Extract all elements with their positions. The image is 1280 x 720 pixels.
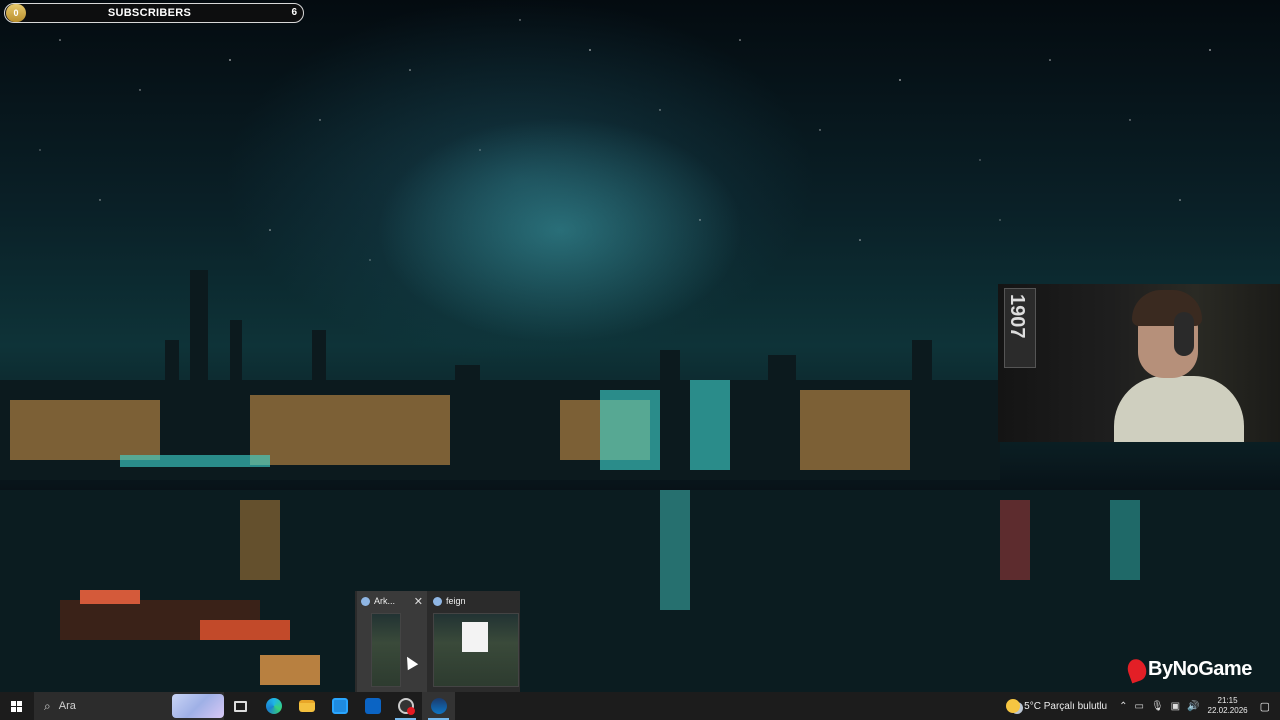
webcam-feed: 1907 <box>998 284 1280 442</box>
search-highlight-image <box>172 694 224 718</box>
weather-widget[interactable]: 5°C Parçalı bulutlu <box>1006 699 1107 713</box>
edge-icon <box>265 698 282 714</box>
file-explorer-icon <box>298 700 315 712</box>
steam-icon <box>361 596 370 606</box>
steam-icon <box>430 698 447 714</box>
streamer-shirt <box>1114 376 1244 442</box>
windows-logo-icon <box>11 700 22 712</box>
window-preview-thumb[interactable]: feign <box>429 591 519 692</box>
taskbar-clock[interactable]: 21:15 22.02.2026 <box>1208 696 1248 716</box>
bynogame-watermark: ByNoGame <box>1124 656 1252 683</box>
search-placeholder: Ara <box>58 700 76 712</box>
taskbar-window-preview: Ark... ✕ feign <box>355 591 520 692</box>
subscribers-label: SUBSCRIBERS <box>107 7 192 19</box>
weather-partly-cloudy-icon <box>1006 699 1021 713</box>
jersey-tag-text: 1907 <box>1006 294 1028 339</box>
device-icon[interactable]: ▭ <box>1134 701 1143 712</box>
task-view-button[interactable] <box>224 692 257 720</box>
taskbar-app-store[interactable] <box>323 692 356 720</box>
taskbar-app-edge[interactable] <box>257 692 290 720</box>
task-view-icon <box>234 700 247 712</box>
mail-icon <box>364 698 381 714</box>
tray-icons: ⌃ ▭ 🎙 ▣ 🔊 <box>1119 701 1199 712</box>
system-tray: 5°C Parçalı bulutlu ⌃ ▭ 🎙 ▣ 🔊 21:15 22.0… <box>1006 692 1280 720</box>
taskbar-app-steam[interactable] <box>422 692 455 720</box>
watermark-text: ByNoGame <box>1148 658 1252 680</box>
weather-text: 5°C Parçalı bulutlu <box>1024 700 1108 712</box>
window-preview-title: feign <box>446 596 466 606</box>
taskbar-app-obs[interactable] <box>389 692 422 720</box>
window-preview-thumb[interactable]: Ark... ✕ <box>357 591 427 692</box>
close-icon[interactable]: ✕ <box>414 595 423 608</box>
chevron-up-icon[interactable]: ⌃ <box>1119 701 1127 712</box>
store-icon <box>331 698 348 714</box>
taskbar-search[interactable]: ⌕ Ara <box>34 692 224 720</box>
document-preview <box>462 622 488 652</box>
start-button[interactable] <box>0 692 33 720</box>
subscribers-count: 6 <box>291 7 297 18</box>
clock-date: 22.02.2026 <box>1207 706 1248 715</box>
bynogame-logo-icon <box>1124 656 1150 683</box>
microphone-icon[interactable]: 🎙 <box>1151 701 1164 712</box>
volume-icon[interactable]: 🔊 <box>1187 701 1199 712</box>
search-icon: ⌕ <box>44 698 51 713</box>
window-preview-title: Ark... <box>374 596 396 606</box>
steam-icon <box>433 596 442 606</box>
taskbar-app-mail[interactable] <box>356 692 389 720</box>
window-thumbnail <box>371 613 401 687</box>
taskbar: ⌕ Ara 5°C Parçalı bulutlu ⌃ ▭ 🎙 ▣ 🔊 21:1… <box>0 692 1280 720</box>
subscribers-overlay: 0 SUBSCRIBERS 6 <box>4 3 304 23</box>
obs-icon <box>397 698 415 715</box>
notification-icon[interactable]: ▢ <box>1260 700 1270 713</box>
window-thumbnail <box>433 613 519 687</box>
network-icon[interactable]: ▣ <box>1171 701 1180 712</box>
headset-icon <box>1174 312 1194 356</box>
subscribers-badge: 0 <box>6 4 26 22</box>
taskbar-app-file-explorer[interactable] <box>290 692 323 720</box>
clock-time: 21:15 <box>1217 696 1238 705</box>
